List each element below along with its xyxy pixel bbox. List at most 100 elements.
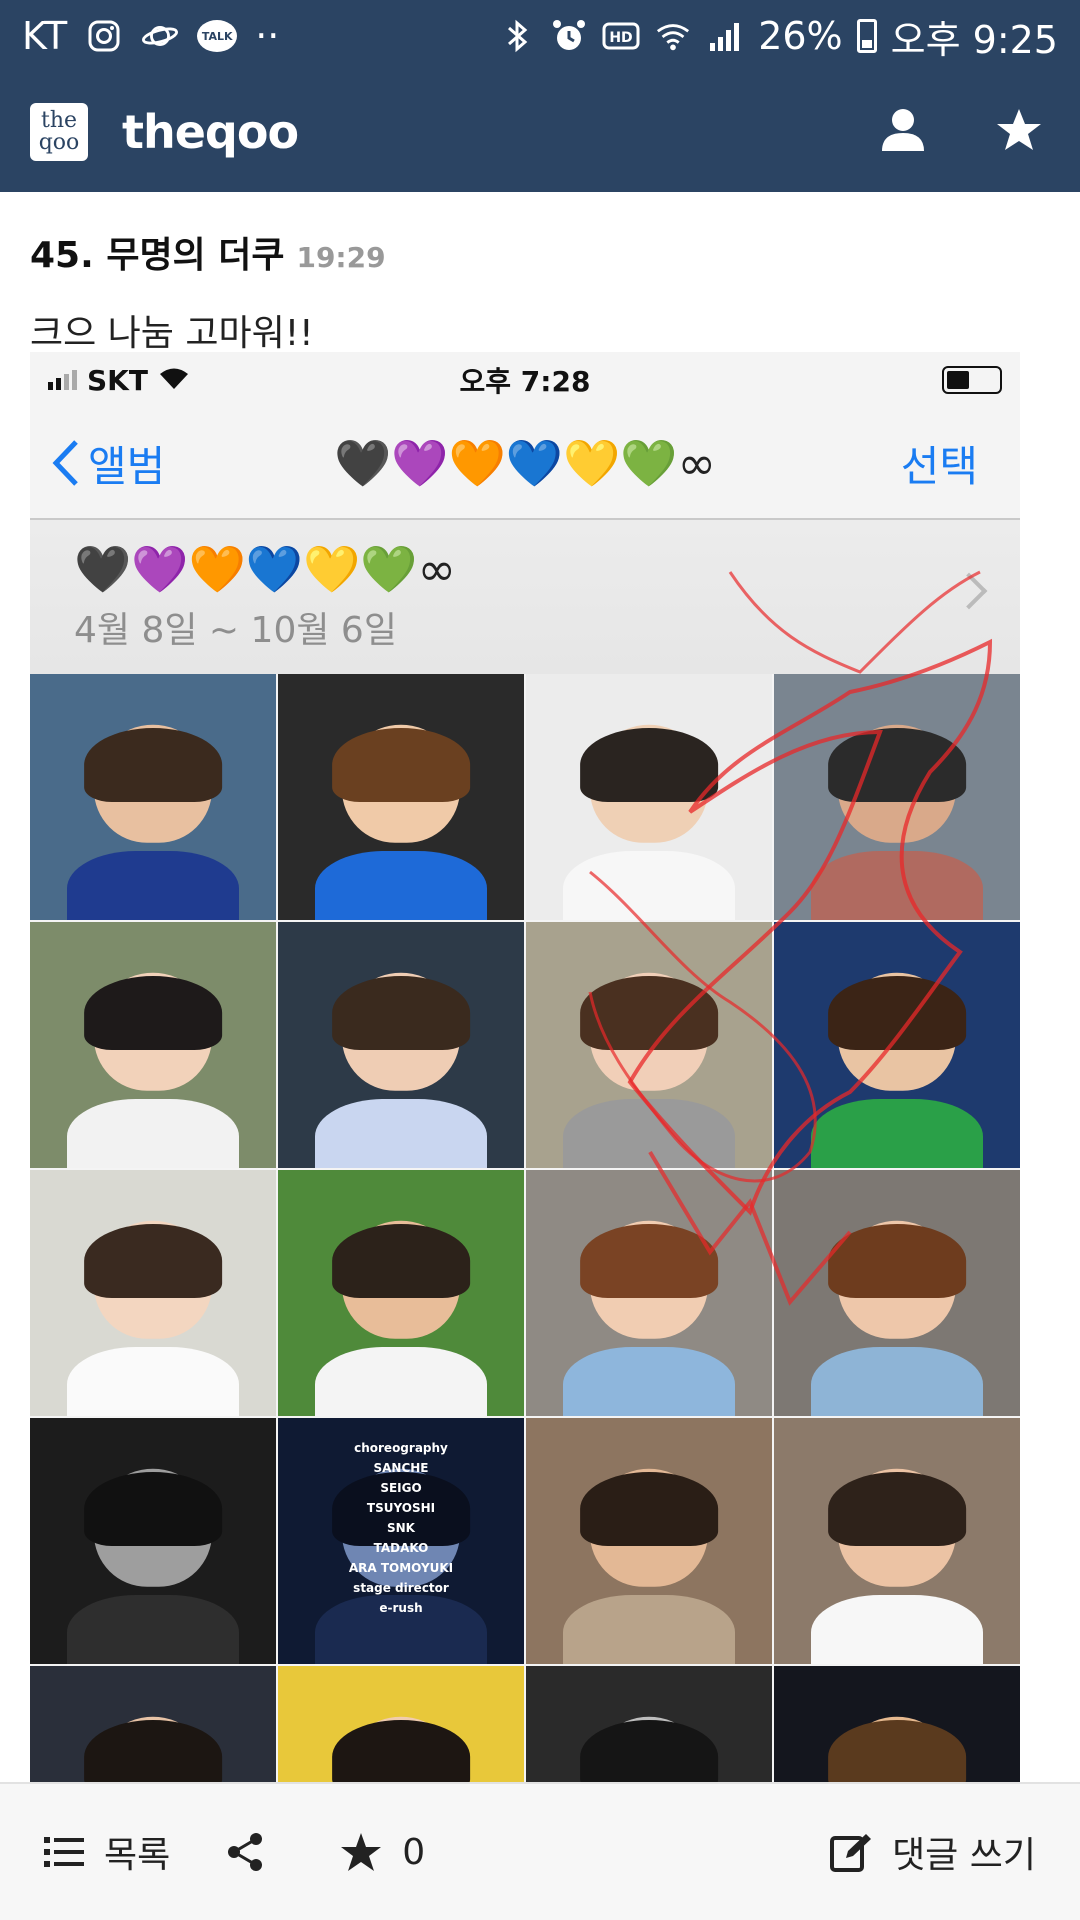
hd-icon: HD xyxy=(602,17,640,55)
album-summary[interactable]: 🖤💜🧡💙💛💚∞ 4월 8일 ~ 10월 6일 xyxy=(30,520,1020,674)
carrier-label: KT xyxy=(22,14,68,58)
photo-credit-line: SANCHE xyxy=(373,1461,429,1475)
photo-thumbnail[interactable] xyxy=(278,922,524,1168)
photo-thumbnail[interactable] xyxy=(30,922,276,1168)
photo-subject-body xyxy=(562,1099,736,1168)
photo-thumbnail[interactable] xyxy=(30,1418,276,1664)
favorite-button[interactable]: 0 xyxy=(340,1832,425,1873)
photo-subject-hair xyxy=(828,1224,966,1298)
favorite-count: 0 xyxy=(402,1831,426,1873)
photo-credit-line: stage director xyxy=(353,1581,449,1595)
star-icon[interactable] xyxy=(996,107,1042,157)
photo-subject-body xyxy=(66,1099,240,1168)
photo-thumbnail[interactable] xyxy=(278,1666,524,1782)
photo-thumbnail[interactable] xyxy=(30,1666,276,1782)
photo-thumbnail[interactable] xyxy=(30,1170,276,1416)
photo-thumbnail[interactable] xyxy=(774,674,1020,920)
photo-subject-body xyxy=(810,851,984,920)
photo-thumbnail[interactable] xyxy=(30,674,276,920)
photo-grid: choreography SANCHE SEIGO TSUYOSHI SNK TADAKO… xyxy=(30,674,1020,1782)
photo-subject-hair xyxy=(580,1720,718,1782)
photo-thumbnail[interactable]: choreography SANCHE SEIGO TSUYOSHI SNK TADAKO… xyxy=(278,1418,524,1664)
photo-subject-body xyxy=(314,1099,488,1168)
photo-credit-line: SNK xyxy=(387,1521,415,1535)
attached-image[interactable]: SKT 오후 7:28 앨범 🖤💜🧡💙💛💚∞ 선택 🖤💜🧡💙💛💚∞ 4월 8일 … xyxy=(30,352,1020,1782)
write-comment-button[interactable]: 댓글 쓰기 xyxy=(830,1826,1036,1878)
photo-credit-line: ARA TOMOYUKI xyxy=(348,1561,454,1575)
photo-credit-line: SEIGO xyxy=(380,1481,422,1495)
photo-subject-body xyxy=(810,1595,984,1664)
photo-thumbnail[interactable] xyxy=(774,1666,1020,1782)
photo-thumbnail[interactable] xyxy=(526,1666,772,1782)
photo-subject-body xyxy=(810,1099,984,1168)
photo-subject-body xyxy=(810,1347,984,1416)
album-name: 🖤💜🧡💙💛💚∞ xyxy=(74,542,456,596)
photo-subject-hair xyxy=(84,1224,222,1298)
comment-number: 45. xyxy=(30,235,94,276)
wifi-icon xyxy=(654,17,692,55)
photo-subject-body xyxy=(66,1595,240,1664)
signal-icon xyxy=(706,17,744,55)
photo-credit-line: choreography xyxy=(354,1441,448,1455)
photo-subject-hair xyxy=(828,728,966,802)
list-button[interactable]: 목록 xyxy=(44,1826,170,1878)
photo-subject-hair xyxy=(332,728,470,802)
photo-subject-hair xyxy=(828,1472,966,1546)
battery-percent: 26% xyxy=(758,14,843,58)
comment-header: 45. 무명의 더쿠 19:29 xyxy=(30,226,1030,278)
comment-text: 크으 나눔 고마워!! xyxy=(30,313,314,354)
ios-battery-icon xyxy=(942,366,1002,394)
list-icon xyxy=(44,1837,84,1867)
ios-status-bar: SKT 오후 7:28 xyxy=(30,352,1020,408)
photo-thumbnail[interactable] xyxy=(774,922,1020,1168)
app-title[interactable]: theqoo xyxy=(122,105,299,159)
photo-subject-hair xyxy=(84,976,222,1050)
photo-subject-body xyxy=(562,1595,736,1664)
list-label: 목록 xyxy=(104,1835,171,1876)
photo-credit-line: TSUYOSHI xyxy=(366,1501,436,1515)
photo-thumbnail[interactable] xyxy=(526,674,772,920)
kakaotalk-icon: TALK xyxy=(197,20,238,52)
alarm-icon xyxy=(550,17,588,55)
photo-subject-body xyxy=(66,1347,240,1416)
ios-album-title: 🖤💜🧡💙💛💚∞ xyxy=(334,435,716,490)
photo-subject-hair xyxy=(332,976,470,1050)
photo-subject-body xyxy=(314,1347,488,1416)
photo-subject-hair xyxy=(828,1720,966,1782)
photo-subject-hair xyxy=(84,728,222,802)
photo-subject-body xyxy=(562,851,736,920)
photo-credit-line: TADAKO xyxy=(373,1541,429,1555)
bluetooth-icon xyxy=(498,17,536,55)
photo-subject-hair xyxy=(580,1472,718,1546)
battery-icon xyxy=(856,19,877,53)
photo-subject-hair xyxy=(580,1224,718,1298)
comment: 45. 무명의 더쿠 19:29 크으 나눔 고마워!! xyxy=(30,226,1030,356)
profile-icon[interactable] xyxy=(880,107,926,157)
photo-subject-body xyxy=(562,1347,736,1416)
ios-nav-bar: 앨범 🖤💜🧡💙💛💚∞ 선택 xyxy=(30,408,1020,520)
photo-subject-hair xyxy=(828,976,966,1050)
theqoo-logo[interactable]: the qoo xyxy=(30,103,88,161)
photo-subject-body xyxy=(66,851,240,920)
photo-thumbnail[interactable] xyxy=(526,922,772,1168)
photo-thumbnail[interactable] xyxy=(774,1170,1020,1416)
photo-thumbnail[interactable] xyxy=(526,1170,772,1416)
photo-thumbnail[interactable] xyxy=(278,1170,524,1416)
write-comment-label: 댓글 쓰기 xyxy=(892,1835,1036,1876)
photo-thumbnail[interactable] xyxy=(278,674,524,920)
app-header: the qoo theqoo xyxy=(0,72,1080,192)
photo-subject-hair xyxy=(332,1720,470,1782)
planet-icon xyxy=(141,17,179,55)
comment-author: 무명의 더쿠 xyxy=(106,235,285,276)
ios-time: 오후 7:28 xyxy=(459,365,591,398)
share-button[interactable] xyxy=(226,1832,264,1872)
photo-subject-hair xyxy=(580,976,718,1050)
photo-thumbnail[interactable] xyxy=(774,1418,1020,1664)
photo-subject-body xyxy=(314,851,488,920)
svg-text:HD: HD xyxy=(610,30,633,46)
photo-subject-hair xyxy=(580,728,718,802)
photo-thumbnail[interactable] xyxy=(526,1418,772,1664)
photo-credits-text: choreography SANCHE SEIGO TSUYOSHI SNK TADAKO… xyxy=(278,1438,524,1618)
bottom-toolbar: 목록 0 댓글 쓰기 xyxy=(0,1782,1080,1920)
photo-credit-line: e-rush xyxy=(379,1601,423,1615)
